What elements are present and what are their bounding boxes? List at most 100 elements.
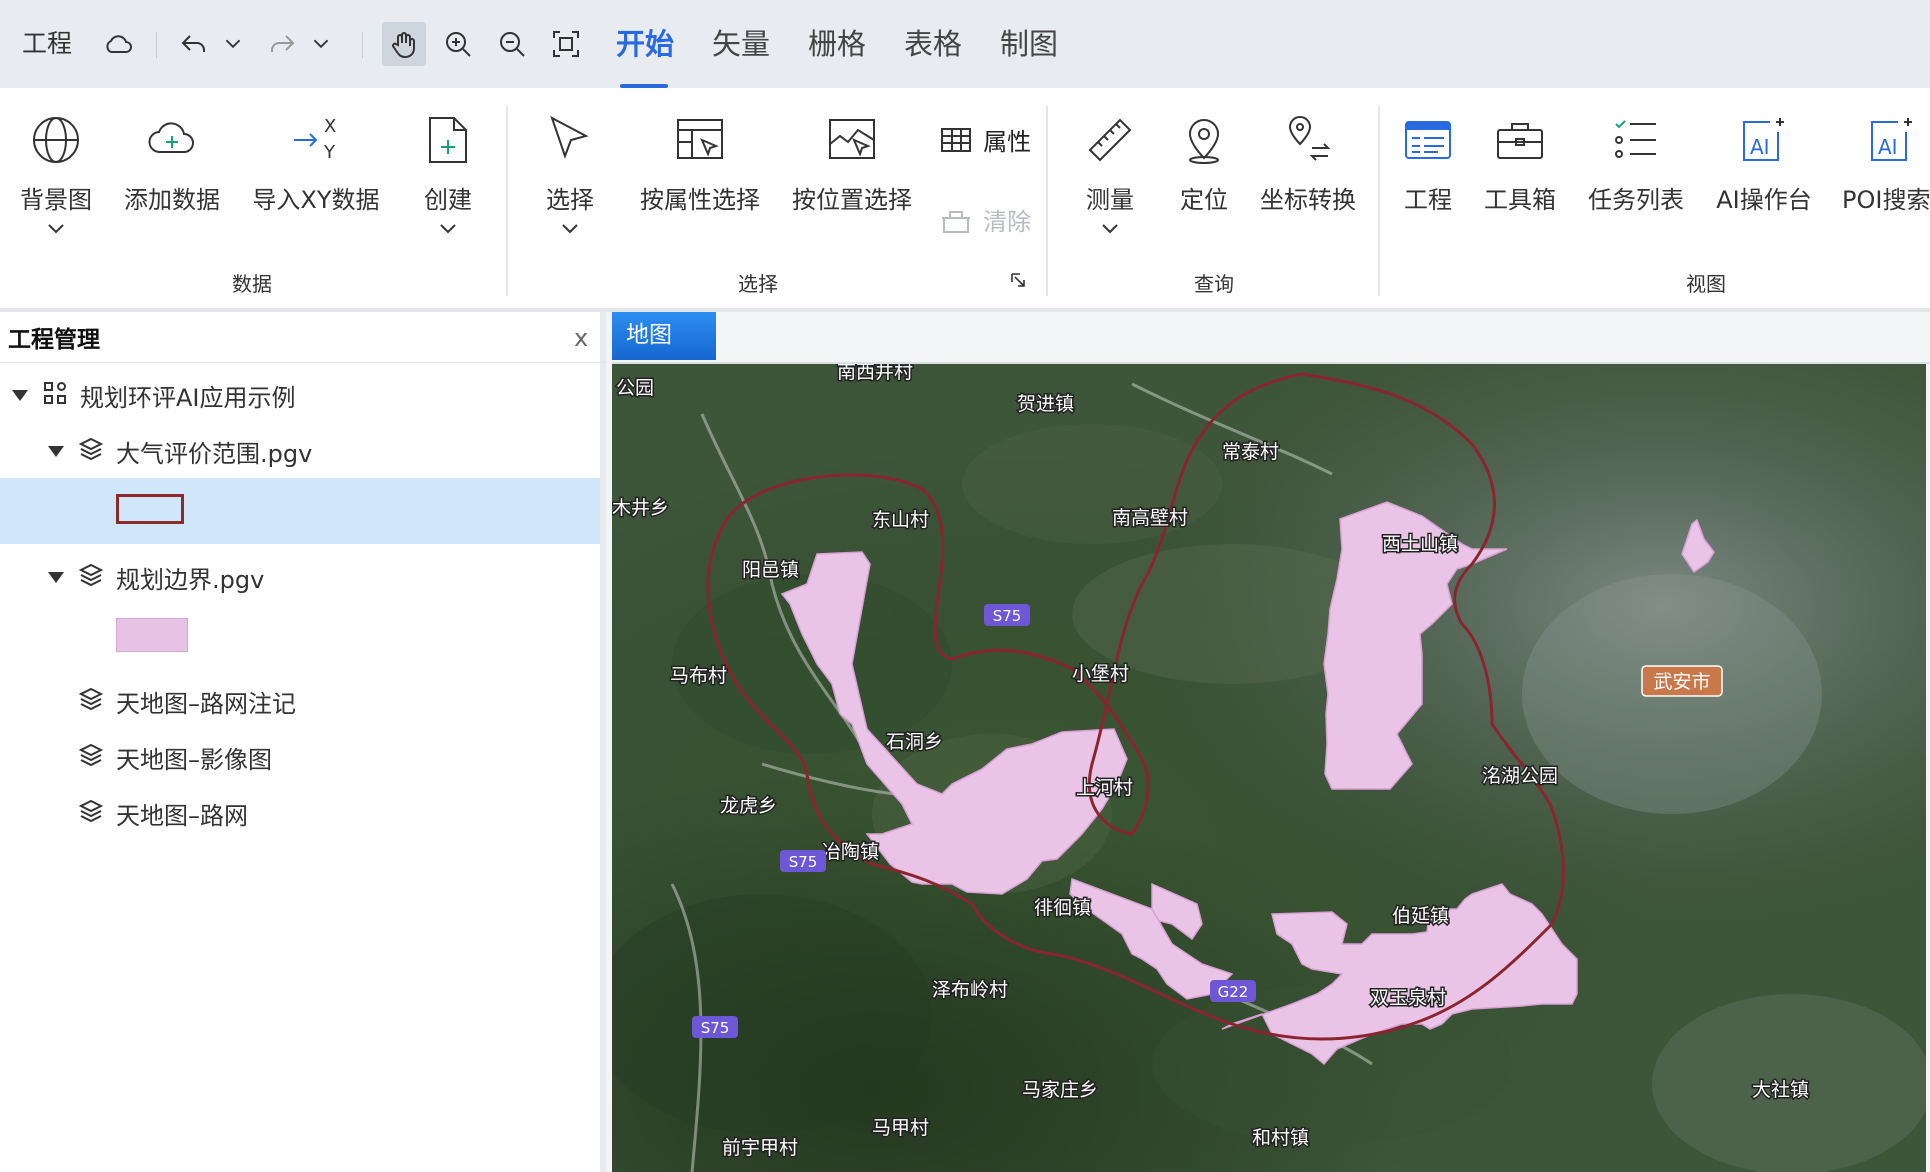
poi-search-button[interactable]: AI POI搜索 [1840, 114, 1930, 215]
project-manager-panel: 工程管理 x 规划环评AI应用示例 大气评价范围.pgv 规划边界.pgv 天地… [0, 312, 606, 1172]
dialog-launcher-icon[interactable] [1010, 272, 1026, 288]
select-by-attribute-button[interactable]: 按属性选择 [636, 114, 764, 215]
tree-layer-row[interactable]: 天地图–路网注记 [0, 672, 600, 728]
tab-vector[interactable]: 矢量 [712, 20, 770, 68]
tree-layer-row[interactable]: 规划边界.pgv [0, 548, 600, 604]
redo-dropdown-icon[interactable] [306, 22, 336, 66]
tab-raster[interactable]: 栅格 [808, 20, 866, 68]
group-divider [1046, 106, 1048, 296]
select-label: 选择 [546, 186, 594, 214]
add-data-button[interactable]: 添加数据 [120, 114, 224, 215]
pan-hand-icon[interactable] [382, 22, 426, 66]
import-xy-button[interactable]: XY 导入XY数据 [248, 114, 384, 215]
tab-map[interactable]: 地图 [612, 312, 716, 360]
create-label: 创建 [424, 186, 472, 214]
place-label: 马家庄乡 [1022, 1079, 1098, 1101]
poi-search-label: POI搜索 [1842, 186, 1930, 214]
undo-icon[interactable] [172, 22, 216, 66]
task-list-icon [1615, 120, 1656, 158]
city-badge-label: 武安市 [1653, 671, 1710, 693]
place-label: 大社镇 [1752, 1079, 1809, 1101]
place-label: 双玉泉村 [1370, 987, 1446, 1009]
layers-icon [78, 799, 104, 823]
layer-label: 天地图–路网 [116, 802, 248, 830]
divider [362, 32, 363, 58]
select-button[interactable]: 选择 [530, 114, 610, 235]
caret-down-icon[interactable] [48, 572, 64, 583]
ai-console-icon: AI [1743, 118, 1784, 161]
chevron-down-icon [1102, 224, 1118, 234]
svg-text:Y: Y [323, 142, 336, 163]
attribute-button[interactable]: 属性 [940, 122, 1040, 157]
create-button[interactable]: 创建 [408, 114, 488, 235]
toolbox-label: 工具箱 [1484, 186, 1556, 214]
chevron-down-icon [48, 224, 64, 234]
map-canvas[interactable]: 南西井村 贺进镇 常泰村 南高壁村 东山村 西土山镇 阳邑镇 马布村 小堡村 石… [612, 364, 1926, 1172]
legend-row-selected[interactable] [0, 478, 600, 544]
tree-layer-row[interactable]: 天地图–路网 [0, 784, 600, 840]
undo-dropdown-icon[interactable] [218, 22, 248, 66]
place-label: 徘徊镇 [1034, 897, 1091, 919]
select-by-location-button[interactable]: 按位置选择 [788, 114, 916, 215]
zoom-in-icon[interactable] [436, 22, 480, 66]
chevron-down-icon [562, 224, 578, 234]
layers-icon [78, 437, 104, 461]
group-label-query: 查询 [1194, 272, 1234, 296]
tab-table[interactable]: 表格 [904, 20, 962, 68]
task-list-button[interactable]: 任务列表 [1586, 114, 1686, 215]
basemap-button[interactable]: 背景图 [16, 114, 96, 235]
place-label: 和村镇 [1252, 1127, 1309, 1149]
coordinate-transform-icon [1288, 116, 1331, 161]
place-label: 龙虎乡 [720, 795, 777, 817]
legend-row[interactable] [0, 604, 600, 666]
layers-icon [78, 743, 104, 767]
import-xy-label: 导入XY数据 [252, 186, 380, 214]
coordinate-transform-label: 坐标转换 [1260, 186, 1356, 214]
caret-down-icon[interactable] [12, 390, 28, 401]
ai-console-button[interactable]: AI AI操作台 [1712, 114, 1816, 215]
group-label-data: 数据 [232, 272, 272, 296]
tab-start[interactable]: 开始 [616, 20, 674, 68]
close-icon[interactable]: x [574, 324, 588, 352]
map-view[interactable]: 南西井村 贺进镇 常泰村 南高壁村 东山村 西土山镇 阳邑镇 马布村 小堡村 石… [612, 364, 1926, 1172]
full-extent-icon[interactable] [544, 22, 588, 66]
ruler-icon [1088, 118, 1132, 162]
menubar: 工程 开始 矢量 栅格 表格 制图 [0, 0, 1930, 88]
place-label: 马布村 [670, 665, 727, 687]
layer-label: 规划边界.pgv [116, 566, 265, 594]
project-window-icon [1405, 121, 1451, 159]
place-label: 公园 [616, 377, 654, 399]
tree-layer-row[interactable]: 天地图–影像图 [0, 728, 600, 784]
new-file-icon [429, 117, 467, 163]
layers-icon [78, 687, 104, 711]
tree-root[interactable]: 规划环评AI应用示例 [0, 366, 600, 422]
project-panel-button[interactable]: 工程 [1398, 114, 1458, 215]
globe-icon [33, 117, 79, 163]
panel-header: 工程管理 x [0, 312, 606, 363]
measure-button[interactable]: 测量 [1070, 114, 1150, 235]
toolbox-button[interactable]: 工具箱 [1480, 114, 1560, 215]
locate-button[interactable]: 定位 [1164, 114, 1244, 215]
clear-button[interactable]: 清除 [940, 202, 1040, 237]
group-divider [1378, 106, 1380, 296]
coordinate-transform-button[interactable]: 坐标转换 [1256, 114, 1360, 215]
place-label: 阳邑镇 [742, 559, 799, 581]
svg-text:X: X [324, 116, 336, 137]
poi-search-icon: AI [1871, 118, 1912, 161]
tab-cartography[interactable]: 制图 [1000, 20, 1058, 68]
caret-down-icon[interactable] [48, 446, 64, 457]
road-badge-label: S75 [701, 1019, 730, 1037]
project-menu[interactable]: 工程 [22, 22, 72, 66]
redo-icon[interactable] [260, 22, 304, 66]
place-label: 伯延镇 [1392, 905, 1449, 927]
cloud-icon[interactable] [96, 22, 140, 66]
zoom-out-icon[interactable] [490, 22, 534, 66]
attribute-select-icon [677, 119, 723, 159]
tree-layer-row[interactable]: 大气评价范围.pgv [0, 422, 600, 478]
place-label: 东山村 [872, 509, 929, 531]
cloud-add-icon [148, 122, 194, 154]
place-label: 马甲村 [872, 1117, 929, 1139]
location-select-icon [829, 119, 875, 159]
place-label: 冶陶镇 [822, 841, 879, 863]
add-data-label: 添加数据 [124, 186, 220, 214]
